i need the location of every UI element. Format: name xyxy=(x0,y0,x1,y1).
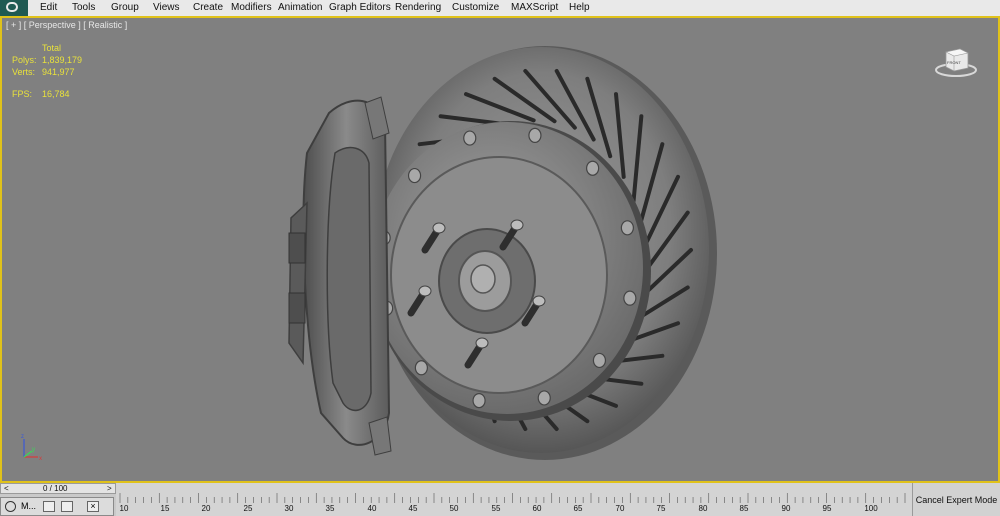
track-bar-label: 75 xyxy=(656,504,666,513)
track-bar-label: 60 xyxy=(532,504,542,513)
menu-item-modifiers[interactable]: Modifiers xyxy=(231,2,272,13)
menu-item-help[interactable]: Help xyxy=(569,2,590,13)
menu-item-views[interactable]: Views xyxy=(153,2,180,13)
svg-text:z: z xyxy=(21,434,24,440)
stats-verts-value: 941,977 xyxy=(42,67,75,77)
time-slider-next-button[interactable]: > xyxy=(107,484,112,493)
close-icon[interactable]: × xyxy=(87,501,99,512)
bottom-bar: < 0 / 100 > M... × 10 15 20 25 30 35 40 45 50 55 6… xyxy=(0,483,1000,516)
minimized-window[interactable]: M... × xyxy=(0,497,114,516)
menu-item-edit[interactable]: Edit xyxy=(40,2,57,13)
track-bar[interactable]: 10 15 20 25 30 35 40 45 50 55 60 65 70 75 80 85 90 95 100 xyxy=(116,483,912,516)
track-bar-label: 50 xyxy=(449,504,459,513)
track-bar-label: 25 xyxy=(243,504,253,513)
stats-polys-value: 1,839,179 xyxy=(42,55,83,65)
time-slider[interactable]: < 0 / 100 > xyxy=(0,483,116,494)
menu-item-maxscript[interactable]: MAXScript xyxy=(511,2,558,13)
stats-verts-label: Verts: xyxy=(12,67,36,77)
viewcube-icon[interactable]: FRONT xyxy=(934,42,978,78)
maximize-icon[interactable] xyxy=(61,501,73,512)
time-slider-prev-button[interactable]: < xyxy=(4,484,9,493)
viewport-label[interactable]: [ + ] [ Perspective ] [ Realistic ] xyxy=(6,20,127,30)
track-bar-label: 30 xyxy=(284,504,294,513)
menu-item-graph-editors[interactable]: Graph Editors xyxy=(329,2,391,13)
menu-item-group[interactable]: Group xyxy=(111,2,139,13)
stats-fps-value: 16,784 xyxy=(42,89,70,99)
stats-total-label: Total xyxy=(42,43,62,53)
track-bar-label: 95 xyxy=(822,504,832,513)
stats-polys-label: Polys: xyxy=(12,55,37,65)
app-logo-icon[interactable] xyxy=(0,0,28,16)
window-app-icon xyxy=(5,501,16,512)
track-bar-ticks xyxy=(119,493,906,503)
track-bar-label: 65 xyxy=(573,504,583,513)
track-bar-label: 10 xyxy=(119,504,129,513)
restore-icon[interactable] xyxy=(43,501,55,512)
menu-item-create[interactable]: Create xyxy=(193,2,223,13)
perspective-viewport[interactable]: [ + ] [ Perspective ] [ Realistic ] Tota… xyxy=(0,16,1000,483)
brake-disc-model[interactable] xyxy=(277,43,732,483)
axis-tripod-icon: z x y xyxy=(21,434,42,462)
track-bar-label: 40 xyxy=(367,504,377,513)
stats-fps-label: FPS: xyxy=(12,89,33,99)
menu-item-rendering[interactable]: Rendering xyxy=(395,2,441,13)
viewcube-front-label: FRONT xyxy=(947,60,961,65)
track-bar-label: 90 xyxy=(781,504,791,513)
track-bar-label: 20 xyxy=(201,504,211,513)
track-bar-label: 80 xyxy=(698,504,708,513)
menu-item-customize[interactable]: Customize xyxy=(452,2,499,13)
track-bar-label: 70 xyxy=(615,504,625,513)
menu-item-tools[interactable]: Tools xyxy=(72,2,95,13)
menu-item-animation[interactable]: Animation xyxy=(278,2,322,13)
track-bar-label: 55 xyxy=(491,504,501,513)
track-bar-label: 15 xyxy=(160,504,170,513)
window-title: M... xyxy=(21,501,36,511)
track-bar-label: 45 xyxy=(408,504,418,513)
menu-bar: Edit Tools Group Views Create Modifiers Animat… xyxy=(0,0,1000,17)
cancel-expert-mode-button[interactable]: Cancel Expert Mode xyxy=(912,483,1000,516)
track-bar-label: 100 xyxy=(864,504,878,513)
track-bar-label: 85 xyxy=(739,504,749,513)
track-bar-label: 35 xyxy=(325,504,335,513)
time-slider-value: 0 / 100 xyxy=(43,484,68,493)
svg-text:y: y xyxy=(32,447,35,453)
svg-text:x: x xyxy=(39,456,42,462)
